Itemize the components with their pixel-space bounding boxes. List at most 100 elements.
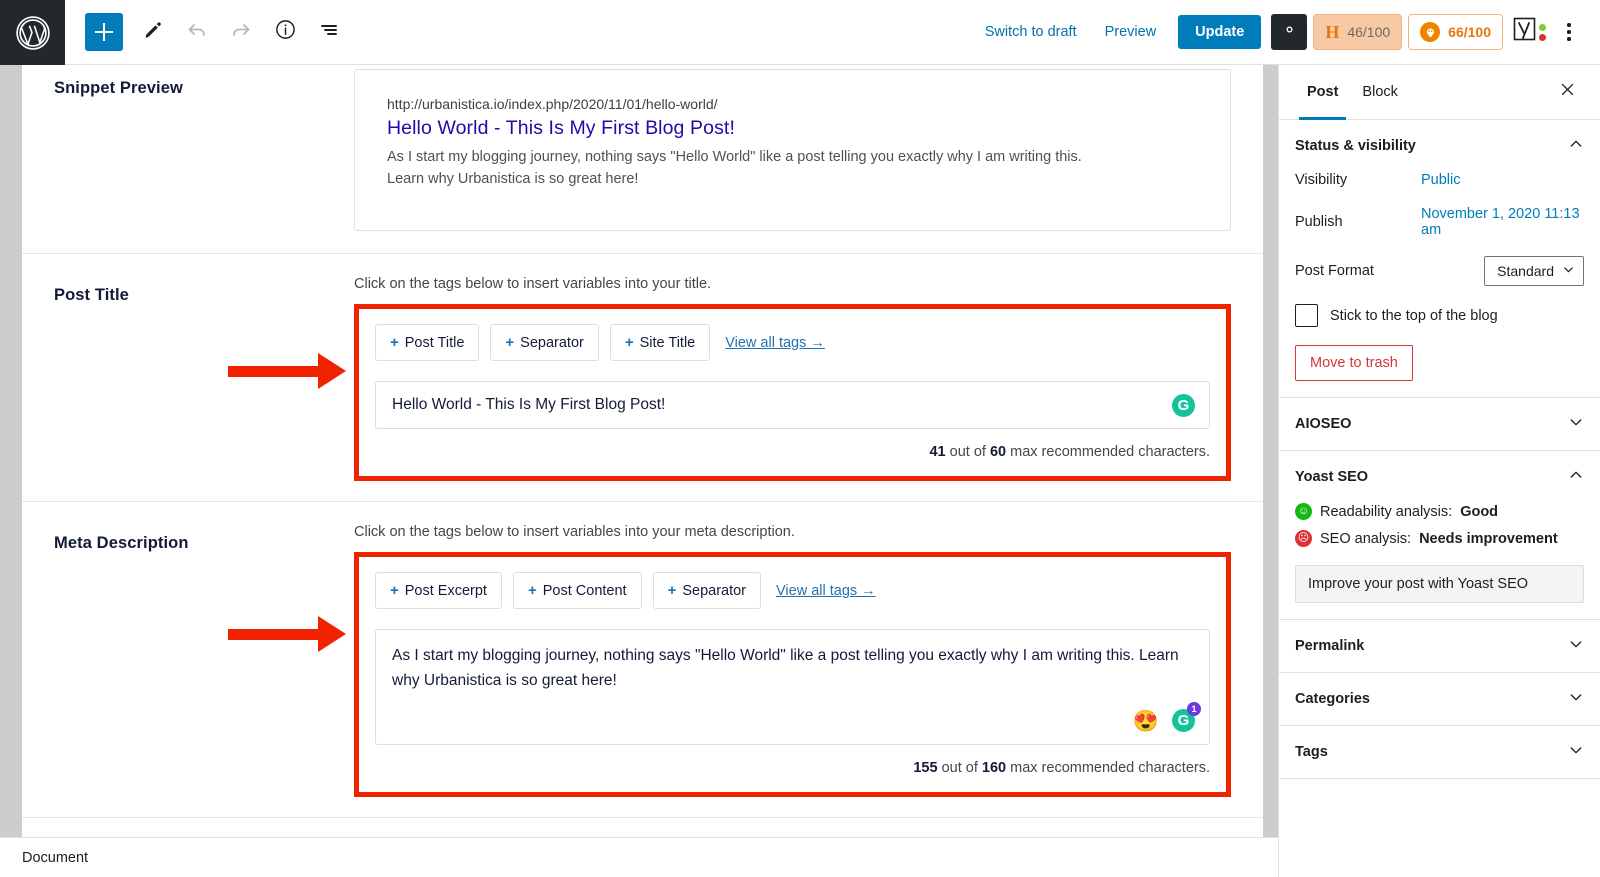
snippet-preview-card: http://urbanistica.io/index.php/2020/11/… [354,69,1231,231]
snippet-preview-row: Snippet Preview http://urbanistica.io/in… [22,65,1263,253]
section-tags: Tags [1279,726,1600,779]
undo-button[interactable] [175,10,219,54]
chevron-up-icon [1568,136,1584,157]
close-icon [1559,81,1576,103]
editor-top-toolbar: Switch to draft Preview Update H 46/100 [65,0,1600,65]
close-sidebar-button[interactable] [1550,75,1584,109]
snippet-title[interactable]: Hello World - This Is My First Blog Post… [387,117,1198,140]
tag-button-separator[interactable]: + Separator [653,572,761,609]
meta-description-value: As I start my blogging journey, nothing … [392,647,1179,689]
section-title: Status & visibility [1295,138,1416,154]
grammarly-icon[interactable]: G1 [1172,709,1195,732]
aioseo-settings-panel: Snippet Preview http://urbanistica.io/in… [22,65,1263,837]
section-yoast-seo-body: ☺ Readability analysis: Good ☹ SEO analy… [1295,503,1584,619]
char-count-current: 41 [929,444,945,460]
meta-description-highlight-box: + Post Excerpt + Post Content + Separato… [354,552,1231,797]
details-info-button[interactable] [263,10,307,54]
move-to-trash-button[interactable]: Move to trash [1295,345,1413,381]
seo-analysis-value: Needs improvement [1419,531,1558,547]
visibility-row: Visibility Public [1295,172,1584,188]
post-format-label: Post Format [1295,263,1421,279]
info-circle-icon [274,18,297,46]
aioseo-score-badge[interactable]: 66/100 [1408,14,1503,50]
view-all-tags-link[interactable]: View all tags → [725,335,825,351]
snippet-preview-body: http://urbanistica.io/index.php/2020/11/… [354,69,1263,231]
char-count-pre: out of [946,444,990,460]
edit-mode-button[interactable] [131,10,175,54]
kebab-menu-icon [1567,23,1571,27]
snippet-url: http://urbanistica.io/index.php/2020/11/… [387,96,1198,112]
section-tags-header[interactable]: Tags [1295,726,1584,778]
view-all-tags-link[interactable]: View all tags → [776,583,876,599]
section-status-visibility-header[interactable]: Status & visibility [1295,120,1584,172]
tag-button-post-content[interactable]: + Post Content [513,572,642,609]
section-title: AIOSEO [1295,416,1351,432]
switch-to-draft-button[interactable]: Switch to draft [971,24,1091,40]
tag-button-post-excerpt[interactable]: + Post Excerpt [375,572,502,609]
tag-button-site-title[interactable]: + Site Title [610,324,710,361]
meta-description-textarea[interactable]: As I start my blogging journey, nothing … [375,629,1210,745]
tab-post[interactable]: Post [1295,65,1350,120]
visibility-label: Visibility [1295,172,1421,188]
tag-button-separator[interactable]: + Separator [490,324,598,361]
preview-button[interactable]: Preview [1091,24,1171,40]
yoast-sidebar-button[interactable] [1509,17,1550,48]
list-view-button[interactable] [307,10,351,54]
wordpress-logo-icon [15,15,51,51]
post-title-body: Click on the tags below to insert variab… [354,276,1263,481]
section-yoast-seo: Yoast SEO ☺ Readability analysis: Good ☹… [1279,451,1600,620]
publish-value[interactable]: November 1, 2020 11:13 am [1421,206,1584,238]
add-block-button[interactable] [85,13,123,51]
publish-label: Publish [1295,214,1421,230]
chevron-down-icon [1568,742,1584,763]
section-title: Categories [1295,691,1370,707]
more-options-button[interactable] [1552,12,1586,52]
gear-icon [1280,20,1299,44]
visibility-value[interactable]: Public [1421,172,1461,188]
post-title-label: Post Title [54,276,354,481]
seo-analysis-row: ☹ SEO analysis: Needs improvement [1295,530,1584,547]
undo-arrow-icon [185,18,209,47]
section-title: Permalink [1295,638,1364,654]
char-count-max: 60 [990,444,1006,460]
plus-icon: + [528,582,537,599]
update-button[interactable]: Update [1178,15,1261,49]
sidebar-tabs: Post Block [1279,65,1600,120]
aioseo-icon [1420,22,1440,42]
post-title-character-count: 41 out of 60 max recommended characters. [375,444,1210,460]
grammarly-icon[interactable]: G [1172,394,1195,417]
hemingway-score-badge[interactable]: H 46/100 [1313,14,1402,50]
improve-post-button[interactable]: Improve your post with Yoast SEO [1295,565,1584,603]
meta-description-label: Meta Description [54,524,354,797]
wordpress-block-editor: Switch to draft Preview Update H 46/100 [0,0,1600,877]
section-permalink-header[interactable]: Permalink [1295,620,1584,672]
sticky-post-checkbox[interactable] [1295,304,1318,327]
post-title-input[interactable]: Hello World - This Is My First Blog Post… [375,381,1210,429]
heart-eyes-emoji-icon[interactable]: 😍 [1133,711,1159,732]
meta-description-hint: Click on the tags below to insert variab… [354,524,1231,540]
wordpress-logo-button[interactable] [0,0,65,65]
seo-analysis-label: SEO analysis: [1320,531,1411,547]
section-categories-header[interactable]: Categories [1295,673,1584,725]
readability-value: Good [1460,504,1498,520]
section-yoast-seo-header[interactable]: Yoast SEO [1295,451,1584,503]
section-categories: Categories [1279,673,1600,726]
section-aioseo: AIOSEO [1279,398,1600,451]
breadcrumb[interactable]: Document [22,850,88,866]
tag-label: Post Excerpt [405,583,487,599]
settings-button[interactable] [1271,14,1307,50]
tag-button-post-title[interactable]: + Post Title [375,324,479,361]
meta-description-body: Click on the tags below to insert variab… [354,524,1263,797]
content-scrollbar[interactable] [1263,65,1279,837]
section-aioseo-header[interactable]: AIOSEO [1295,398,1584,450]
redo-button[interactable] [219,10,263,54]
post-title-hint: Click on the tags below to insert variab… [354,276,1231,292]
tag-label: Post Content [543,583,627,599]
yoast-status-dots [1539,24,1546,41]
post-title-tag-row: + Post Title + Separator + Site Title Vi… [375,324,1210,361]
post-format-select[interactable]: Standard [1484,256,1584,286]
char-count-max: 160 [982,760,1006,776]
editor-breadcrumb-bar: Document [0,837,1278,877]
sticky-post-row[interactable]: Stick to the top of the blog [1295,304,1584,327]
tab-block[interactable]: Block [1350,65,1409,120]
